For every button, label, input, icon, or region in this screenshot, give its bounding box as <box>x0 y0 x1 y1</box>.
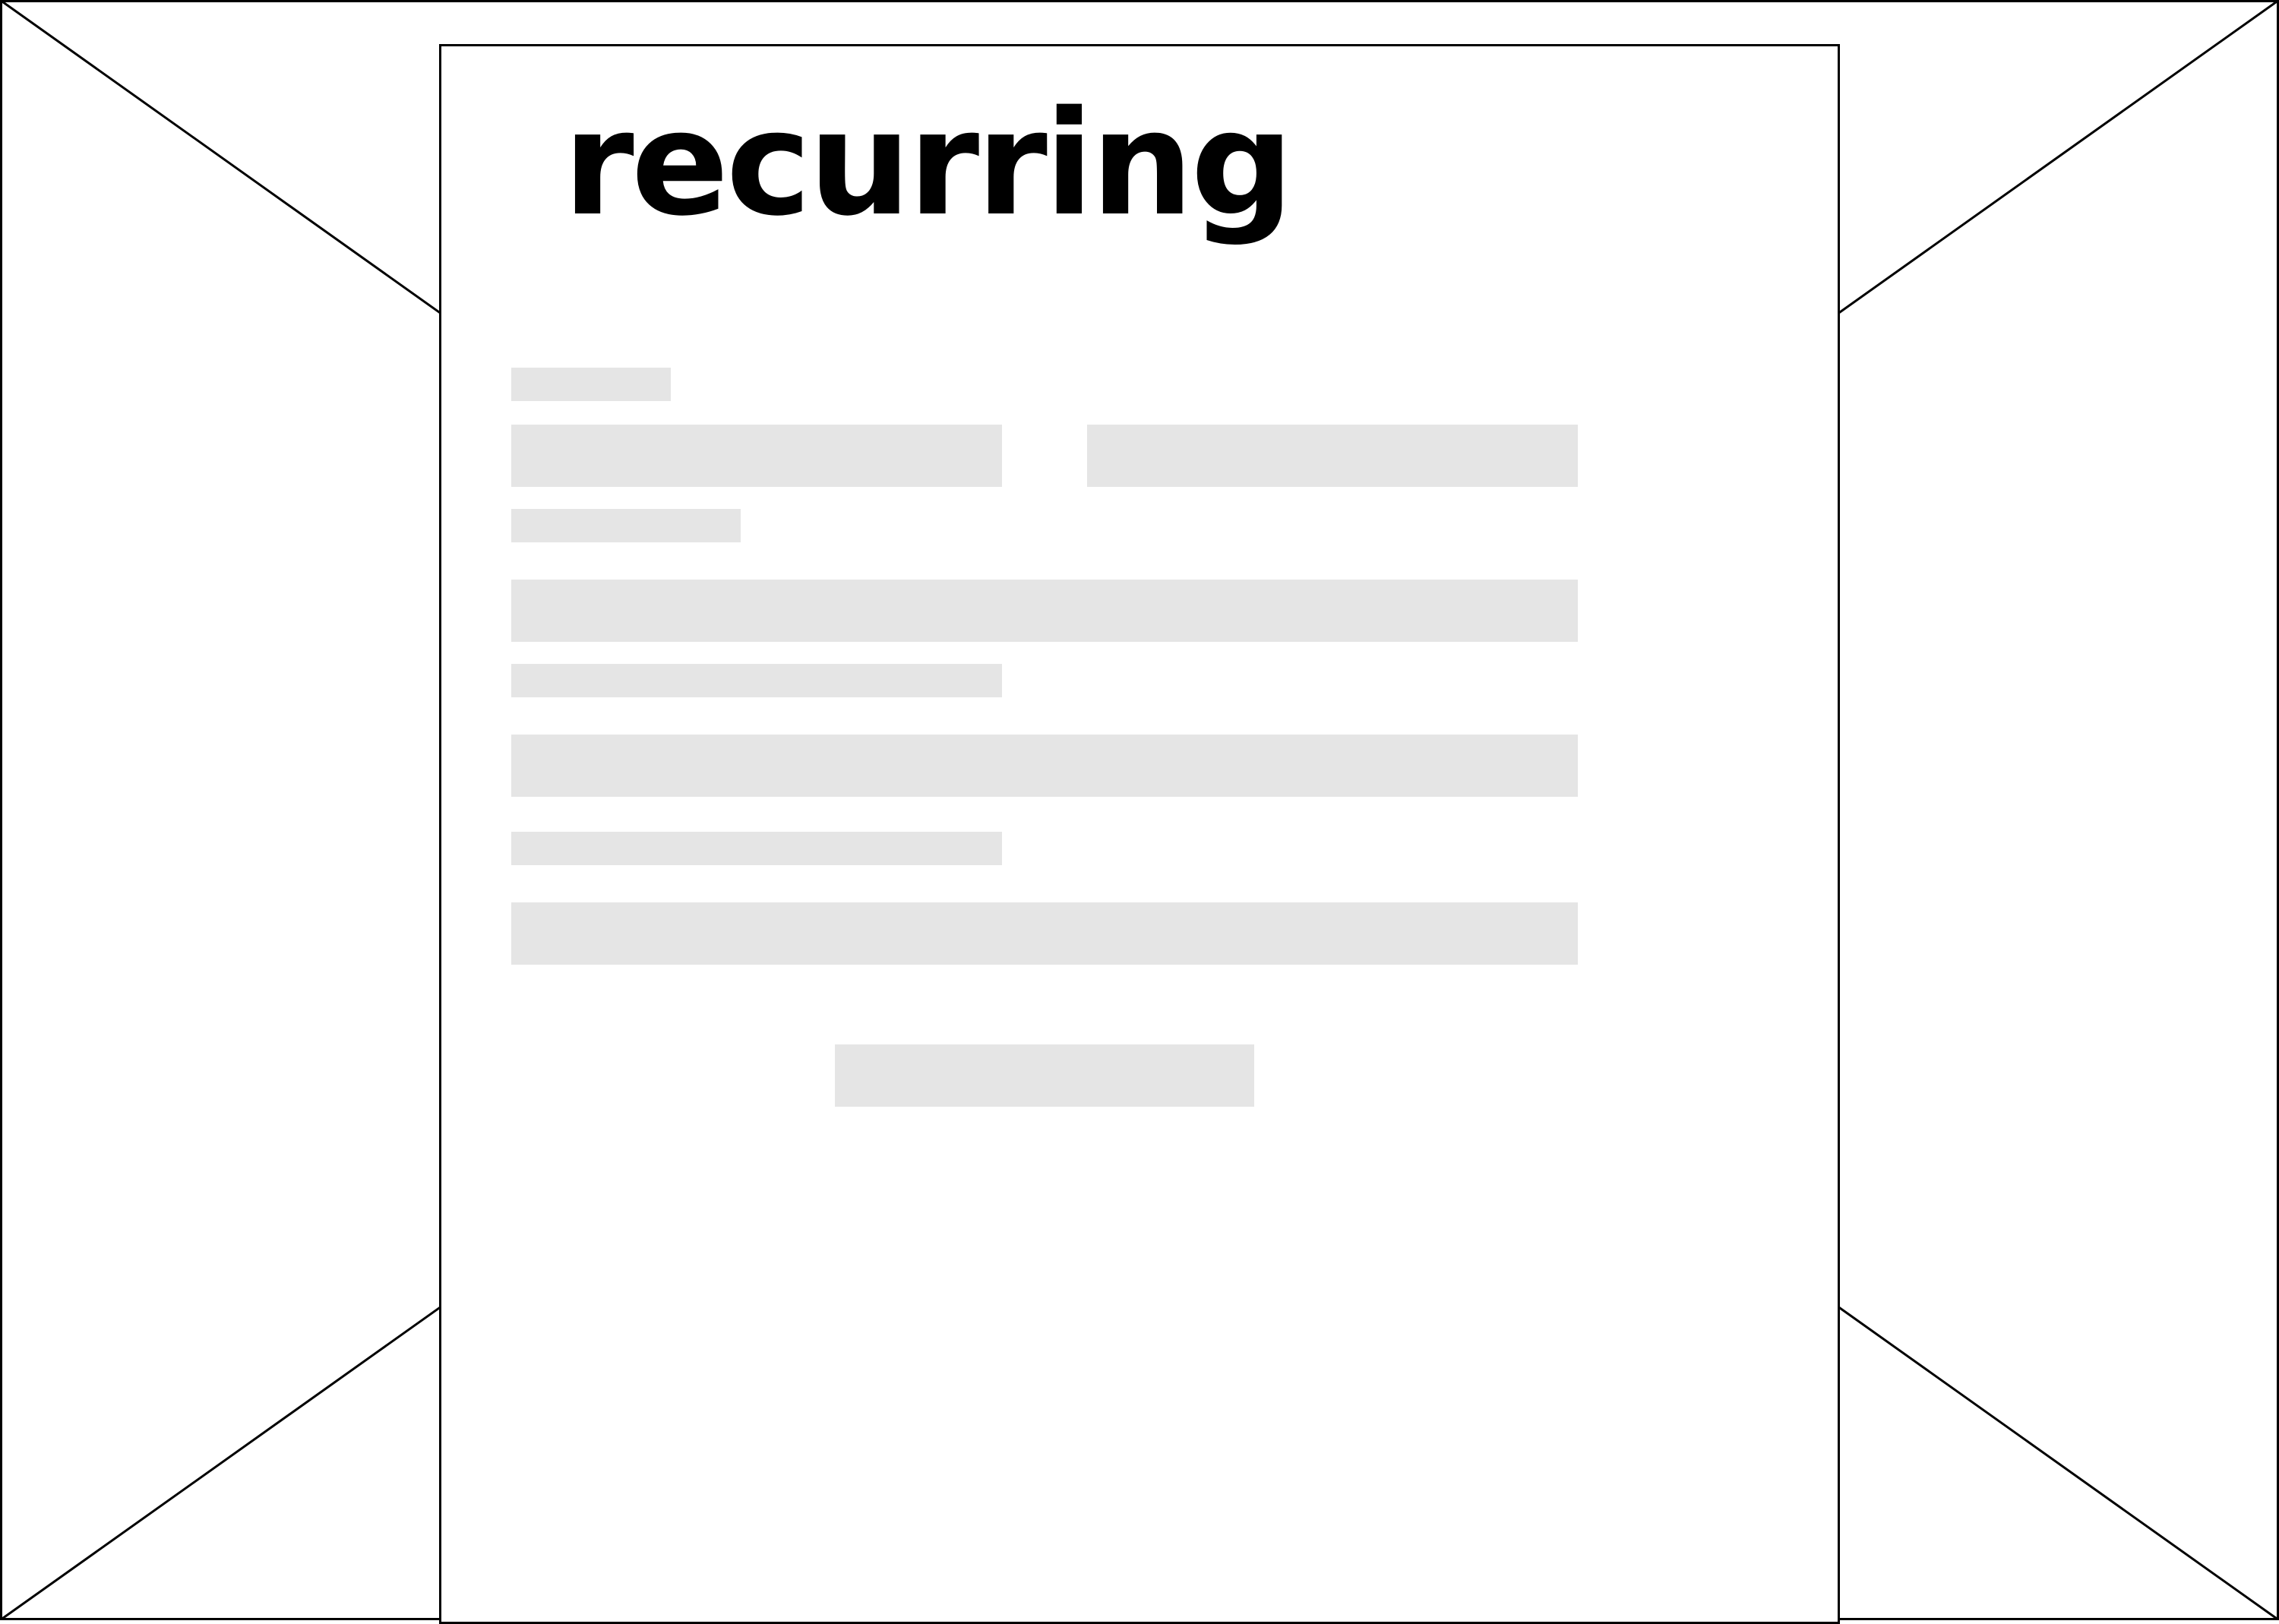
placeholder-label-long-1 <box>511 664 1002 697</box>
placeholder-input-right[interactable] <box>1087 425 1578 487</box>
placeholder-label-medium <box>511 509 741 542</box>
page-title: recurring <box>563 80 1294 248</box>
placeholder-input-full-1[interactable] <box>511 580 1578 642</box>
form-panel: recurring <box>439 44 1840 1624</box>
placeholder-submit-button[interactable] <box>835 1044 1254 1107</box>
placeholder-label-short <box>511 368 671 401</box>
placeholder-input-full-2[interactable] <box>511 735 1578 797</box>
placeholder-input-full-3[interactable] <box>511 902 1578 965</box>
placeholder-label-long-2 <box>511 832 1002 865</box>
placeholder-input-left[interactable] <box>511 425 1002 487</box>
